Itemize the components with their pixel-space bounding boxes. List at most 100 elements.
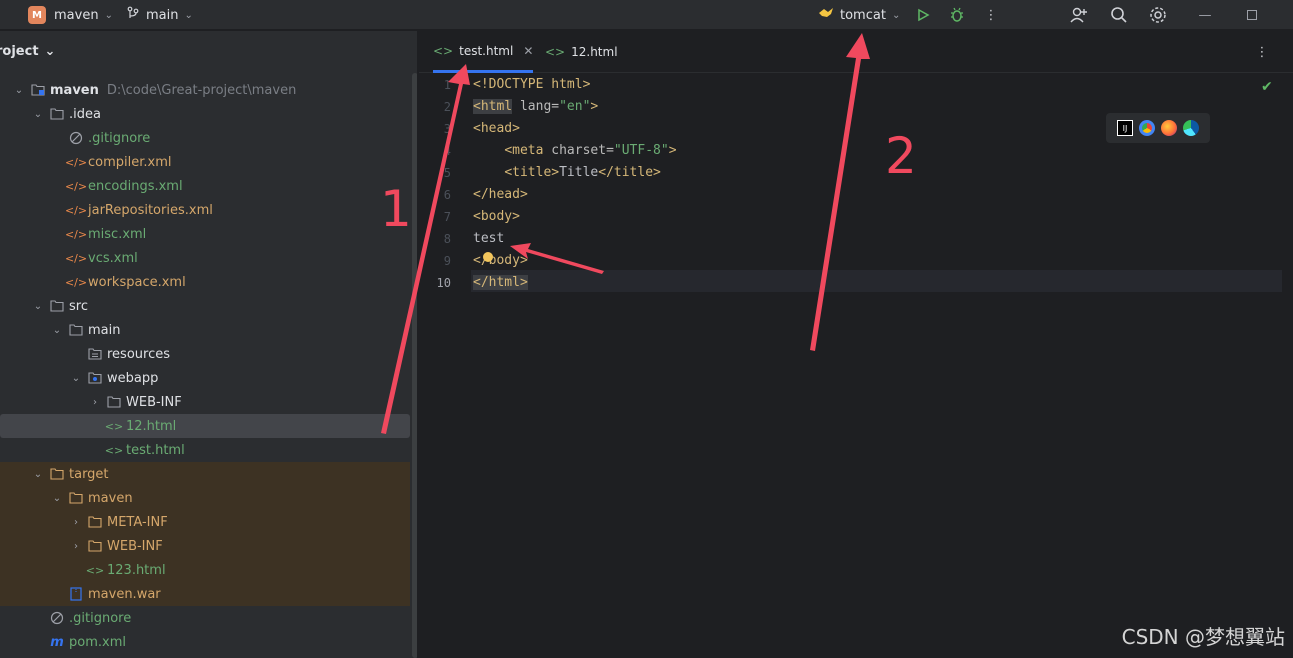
inspection-ok-icon[interactable]: ✔ bbox=[1261, 79, 1273, 95]
firefox-icon[interactable] bbox=[1161, 120, 1177, 136]
line-number: 3 bbox=[443, 122, 451, 136]
intention-bulb-icon[interactable] bbox=[483, 252, 493, 262]
tree-item-label: vcs.xml bbox=[88, 250, 138, 266]
tree-item-label: test.html bbox=[126, 442, 185, 458]
tree-item[interactable]: <> 12.html bbox=[0, 414, 410, 438]
tree-item[interactable]: ⌄ target bbox=[0, 462, 410, 486]
line-number: 10 bbox=[436, 276, 451, 290]
tabs-more-icon[interactable]: ⋮ bbox=[1247, 37, 1277, 67]
edge-icon[interactable] bbox=[1183, 120, 1199, 136]
line-number: 7 bbox=[443, 210, 451, 224]
html-icon: <> bbox=[545, 45, 566, 59]
chrome-icon[interactable] bbox=[1139, 120, 1155, 136]
add-user-icon[interactable] bbox=[1064, 0, 1094, 30]
maximize-icon[interactable] bbox=[1237, 0, 1267, 30]
tree-item[interactable]: ⌄ src bbox=[0, 294, 410, 318]
folder-icon bbox=[49, 298, 65, 314]
html-icon: <> bbox=[104, 443, 124, 457]
intellij-browser-icon[interactable]: IJ bbox=[1117, 120, 1133, 136]
line-number: 1 bbox=[443, 78, 451, 92]
settings-icon[interactable] bbox=[1143, 0, 1173, 30]
tree-item[interactable]: <> 123.html bbox=[0, 558, 410, 582]
tree-item[interactable]: › META-INF bbox=[0, 510, 410, 534]
code-token: test bbox=[473, 231, 505, 246]
code-line[interactable]: <title>Title</title> bbox=[473, 162, 661, 184]
chevron-right-icon[interactable]: › bbox=[69, 541, 83, 552]
tab-test-html[interactable]: <> test.html ✕ bbox=[433, 31, 534, 73]
project-name: maven bbox=[54, 7, 99, 23]
current-line-highlight bbox=[471, 270, 1282, 292]
project-view-selector[interactable]: roject ⌄ bbox=[0, 31, 417, 71]
chevron-down-icon[interactable]: ⌄ bbox=[31, 469, 45, 480]
search-icon[interactable] bbox=[1104, 0, 1134, 30]
tab-12-html[interactable]: <> 12.html bbox=[545, 31, 618, 73]
chevron-down-icon[interactable]: ⌄ bbox=[31, 109, 45, 120]
branch-switcher[interactable]: main ⌄ bbox=[126, 0, 193, 30]
run-icon[interactable] bbox=[908, 0, 938, 30]
tree-item[interactable]: .gitignore bbox=[0, 606, 410, 630]
chevron-right-icon[interactable]: › bbox=[69, 517, 83, 528]
code-line[interactable]: </body> bbox=[473, 250, 528, 272]
tree-item[interactable]: m pom.xml bbox=[0, 630, 410, 654]
code-token: <head> bbox=[473, 121, 520, 136]
code-line[interactable]: </html> bbox=[473, 272, 528, 294]
code-token: > bbox=[668, 143, 677, 158]
tree-item[interactable]: ⌄ main bbox=[0, 318, 410, 342]
tree-item[interactable]: ⌄ webapp bbox=[0, 366, 410, 390]
tree-item[interactable]: .gitignore bbox=[0, 126, 410, 150]
watermark: CSDN @梦想翼站 bbox=[1121, 625, 1285, 649]
tree-item-label: webapp bbox=[107, 370, 159, 386]
code-line[interactable]: <!DOCTYPE html> bbox=[473, 74, 590, 96]
tree-item-label: 12.html bbox=[126, 418, 177, 434]
chevron-down-icon: ⌄ bbox=[104, 9, 113, 21]
tree-item-label: maven bbox=[88, 490, 133, 506]
chevron-down-icon: ⌄ bbox=[184, 9, 193, 21]
chevron-down-icon: ⌄ bbox=[891, 9, 901, 21]
tree-item[interactable]: resources bbox=[0, 342, 410, 366]
tree-item[interactable]: </> workspace.xml bbox=[0, 270, 410, 294]
run-config-selector[interactable]: tomcat ⌄ bbox=[818, 0, 900, 30]
tree-item[interactable]: › WEB-INF bbox=[0, 390, 410, 414]
tree-item-label: WEB-INF bbox=[107, 538, 163, 554]
code-token: <title> bbox=[504, 165, 560, 180]
tree-item[interactable]: <> test.html bbox=[0, 438, 410, 462]
tree-item[interactable]: </> misc.xml bbox=[0, 222, 410, 246]
folder-icon bbox=[106, 394, 122, 410]
tree-item[interactable]: maven.war bbox=[0, 582, 410, 606]
code-token: </html> bbox=[473, 275, 528, 290]
tree-item[interactable]: </> encodings.xml bbox=[0, 174, 410, 198]
tree-item[interactable]: </> vcs.xml bbox=[0, 246, 410, 270]
minimize-icon[interactable]: — bbox=[1190, 0, 1220, 30]
chevron-down-icon[interactable]: ⌄ bbox=[50, 493, 64, 504]
maven-icon: m bbox=[50, 634, 64, 650]
code-line[interactable]: <head> bbox=[473, 118, 520, 140]
more-icon[interactable]: ⋮ bbox=[976, 0, 1006, 30]
tree-item[interactable]: ⌄ maven bbox=[0, 486, 410, 510]
tree-item[interactable]: </> compiler.xml bbox=[0, 150, 410, 174]
debug-icon[interactable] bbox=[942, 0, 972, 30]
tree-item[interactable]: › WEB-INF bbox=[0, 534, 410, 558]
close-icon[interactable]: ✕ bbox=[523, 44, 533, 58]
chevron-right-icon[interactable]: › bbox=[88, 397, 102, 408]
tree-item-label: src bbox=[69, 298, 88, 314]
code-line[interactable]: <body> bbox=[473, 206, 520, 228]
tree-item-label: workspace.xml bbox=[88, 274, 186, 290]
tree-item[interactable]: </> jarRepositories.xml bbox=[0, 198, 410, 222]
code-line[interactable]: </head> bbox=[473, 184, 528, 206]
chevron-down-icon[interactable]: ⌄ bbox=[12, 85, 26, 96]
chevron-down-icon[interactable]: ⌄ bbox=[50, 325, 64, 336]
code-line[interactable]: <html lang="en"> bbox=[473, 96, 598, 118]
html-icon: <> bbox=[433, 43, 454, 58]
folder-icon bbox=[68, 490, 84, 506]
chevron-down-icon[interactable]: ⌄ bbox=[31, 301, 45, 312]
xml-icon: </> bbox=[64, 155, 88, 169]
chevron-down-icon[interactable]: ⌄ bbox=[69, 373, 83, 384]
code-line[interactable]: <meta charset="UTF-8"> bbox=[473, 140, 677, 162]
project-switcher[interactable]: M maven ⌄ bbox=[28, 0, 113, 30]
xml-icon: </> bbox=[64, 275, 88, 289]
tree-item[interactable]: ⌄ maven D:\code\Great-project\maven bbox=[0, 78, 410, 102]
code-line[interactable]: test bbox=[473, 228, 504, 250]
tree-item[interactable]: ⌄ .idea bbox=[0, 102, 410, 126]
project-scrollbar[interactable] bbox=[412, 73, 417, 658]
resources-folder-icon bbox=[87, 346, 103, 362]
